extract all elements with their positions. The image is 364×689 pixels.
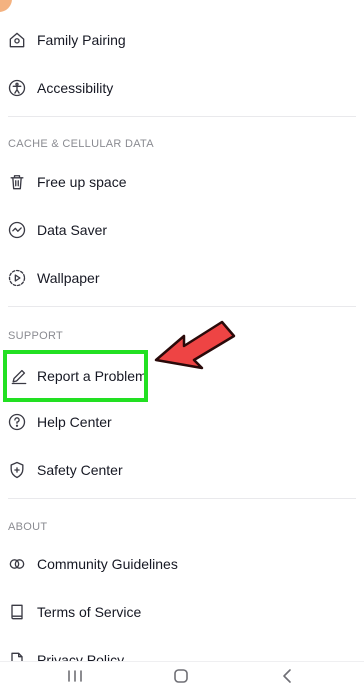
community-guidelines-icon [6,553,28,575]
family-pairing-label: Family Pairing [37,32,126,48]
wallpaper-item[interactable]: Wallpaper [0,254,364,302]
section-header-about: ABOUT [8,521,48,533]
safety-center-item[interactable]: Safety Center [0,446,364,494]
community-guidelines-item[interactable]: Community Guidelines [0,540,364,588]
pencil-icon [8,365,30,387]
divider [8,498,356,499]
back-button[interactable] [272,666,302,686]
data-saver-icon [6,219,28,241]
community-guidelines-label: Community Guidelines [37,556,178,572]
shield-icon [6,459,28,481]
section-header-support: SUPPORT [8,330,64,342]
free-up-space-item[interactable]: Free up space [0,158,364,206]
recents-button[interactable] [60,666,90,686]
home-button[interactable] [166,666,196,686]
data-saver-label: Data Saver [37,222,108,238]
divider [8,116,356,117]
book-icon [6,601,28,623]
family-pairing-icon [6,29,28,51]
family-pairing-item[interactable]: Family Pairing [0,16,364,64]
section-header-cache: CACHE & CELLULAR DATA [8,138,154,150]
trash-icon [6,171,28,193]
settings-screen: Family Pairing Accessibility CACHE & CEL… [0,0,364,689]
terms-of-service-item[interactable]: Terms of Service [0,588,364,636]
recents-icon [66,669,84,683]
accessibility-label: Accessibility [37,80,114,96]
accessibility-icon [6,77,28,99]
home-icon [173,668,189,684]
help-center-item[interactable]: Help Center [0,398,364,446]
wallpaper-icon [6,267,28,289]
back-icon [281,668,293,684]
wallpaper-label: Wallpaper [37,270,100,286]
report-a-problem-label: Report a Problem [37,368,147,384]
help-icon [6,411,28,433]
data-saver-item[interactable]: Data Saver [0,206,364,254]
touch-indicator [0,0,12,12]
report-a-problem-item[interactable]: Report a Problem [0,350,364,402]
accessibility-item[interactable]: Accessibility [0,64,364,112]
help-center-label: Help Center [37,414,112,430]
free-up-space-label: Free up space [37,174,127,190]
terms-of-service-label: Terms of Service [37,604,142,620]
safety-center-label: Safety Center [37,462,123,478]
system-navigation-bar [0,661,364,689]
divider [8,306,356,307]
